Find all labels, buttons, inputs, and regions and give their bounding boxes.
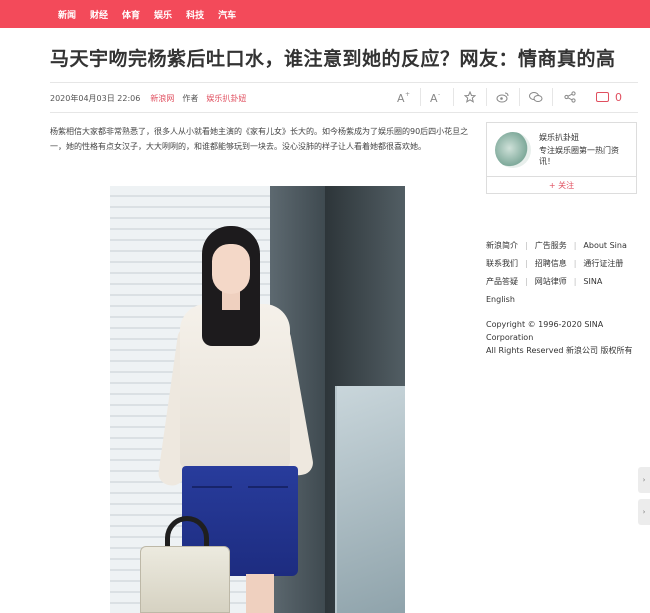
footer-row: English <box>486 290 646 308</box>
follow-button[interactable]: + 关注 <box>487 180 636 191</box>
svg-text:-: - <box>438 91 440 98</box>
publish-time: 2020年04月03日 22:06 <box>50 93 141 103</box>
meta-divider <box>50 112 638 113</box>
footer-link-about[interactable]: 新浪简介 <box>486 240 518 251</box>
weibo-icon[interactable] <box>487 88 520 106</box>
top-nav: 新闻 财经 体育 娱乐 科技 汽车 <box>58 0 250 28</box>
footer-row: 产品答疑 | 网站律师 | SINA <box>486 276 603 287</box>
footer-link-register[interactable]: 通行证注册 <box>583 258 623 269</box>
article-meta: 2020年04月03日 22:06 新浪网 作者 娱乐扒卦妞 <box>50 91 246 105</box>
nav-item-sports[interactable]: 体育 <box>122 8 140 21</box>
title-divider <box>50 82 638 83</box>
svg-text:A: A <box>430 92 438 103</box>
copyright-line: Copyright © 1996-2020 SINA <box>486 320 604 329</box>
comment-count: 0 <box>615 90 622 104</box>
footer-link-jobs[interactable]: 招聘信息 <box>535 258 567 269</box>
footer-link-ads[interactable]: 广告服务 <box>535 240 567 251</box>
footer-link-contact[interactable]: 联系我们 <box>486 258 518 269</box>
footer-link-faq[interactable]: 产品答疑 <box>486 276 518 287</box>
author-label: 作者 <box>182 93 199 103</box>
footer-link-english[interactable]: English <box>486 295 515 304</box>
floating-side-button[interactable]: › <box>638 467 650 493</box>
article-title: 马天宇吻完杨紫后吐口水，谁注意到她的反应？网友：情商真的高 <box>50 48 616 70</box>
comment-button[interactable]: 0 <box>596 91 622 104</box>
nav-item-tech[interactable]: 科技 <box>186 8 204 21</box>
share-icon[interactable] <box>553 88 586 106</box>
nav-item-auto[interactable]: 汽车 <box>218 8 236 21</box>
favorite-star-icon[interactable] <box>454 88 487 106</box>
footer-link-lawyer[interactable]: 网站律师 <box>535 276 567 287</box>
footer-row: 联系我们 | 招聘信息 | 通行证注册 <box>486 258 624 269</box>
copyright: Copyright © 1996-2020 SINA Corporation A… <box>486 318 646 357</box>
copyright-line: Corporation <box>486 333 534 342</box>
footer-link-sina[interactable]: SINA <box>583 277 602 286</box>
svg-text:A: A <box>397 92 405 103</box>
svg-text:+: + <box>405 91 410 98</box>
wechat-icon[interactable] <box>520 88 553 106</box>
author-link[interactable]: 娱乐扒卦妞 <box>206 93 246 104</box>
nav-item-entertainment[interactable]: 娱乐 <box>154 8 172 21</box>
footer-link-about-sina[interactable]: About Sina <box>583 241 626 250</box>
top-nav-bar: 新闻 财经 体育 娱乐 科技 汽车 <box>0 0 650 28</box>
author-card-desc: 专注娱乐圈第一热门资讯！ <box>539 146 619 166</box>
footer-row: 新浪简介 | 广告服务 | About Sina <box>486 240 627 251</box>
author-card-name[interactable]: 娱乐扒卦妞 <box>539 132 579 143</box>
copyright-line: All Rights Reserved 新浪公司 版权所有 <box>486 346 633 355</box>
author-card-divider <box>487 176 636 177</box>
nav-item-finance[interactable]: 财经 <box>90 8 108 21</box>
font-smaller-icon[interactable]: A- <box>421 88 454 106</box>
article-paragraph: 杨紫相信大家都非常熟悉了，很多人从小就看她主演的《家有儿女》长大的。如今杨紫成为… <box>50 127 469 151</box>
author-card: 娱乐扒卦妞 专注娱乐圈第一热门资讯！ + 关注 <box>486 122 637 194</box>
font-larger-icon[interactable]: A + <box>388 88 421 106</box>
article-toolbar: A + A- 0 <box>388 88 622 106</box>
avatar[interactable] <box>495 132 531 168</box>
comment-icon <box>596 92 609 102</box>
floating-side-button[interactable]: › <box>638 499 650 525</box>
article-photo <box>110 186 405 613</box>
nav-item-news[interactable]: 新闻 <box>58 8 76 21</box>
source-link[interactable]: 新浪网 <box>150 93 174 104</box>
footer-links: 新浪简介 | 广告服务 | About Sina 联系我们 | 招聘信息 | 通行证注册… <box>486 236 646 308</box>
